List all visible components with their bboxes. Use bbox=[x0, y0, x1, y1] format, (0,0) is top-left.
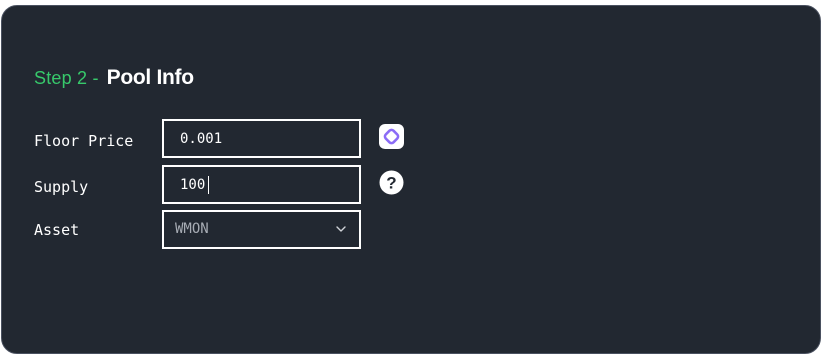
pool-info-card: Step 2 - Pool Info Floor Price Supply ? … bbox=[1, 5, 821, 354]
asset-select[interactable]: WMON bbox=[162, 210, 361, 249]
supply-input[interactable] bbox=[164, 167, 359, 202]
help-icon[interactable]: ? bbox=[379, 170, 404, 195]
floor-price-field[interactable] bbox=[162, 119, 361, 158]
token-logo-icon[interactable] bbox=[379, 124, 404, 149]
chevron-down-icon[interactable] bbox=[335, 223, 347, 235]
supply-label: Supply bbox=[34, 178, 89, 196]
floor-price-label: Floor Price bbox=[34, 132, 134, 150]
asset-selected-value: WMON bbox=[175, 221, 209, 237]
step-indicator: Step 2 - bbox=[34, 68, 99, 88]
supply-field[interactable] bbox=[162, 165, 361, 204]
section-heading: Step 2 - Pool Info bbox=[34, 66, 194, 90]
text-cursor bbox=[208, 176, 209, 194]
floor-price-input[interactable] bbox=[164, 121, 359, 156]
asset-label: Asset bbox=[34, 221, 80, 239]
svg-text:?: ? bbox=[386, 174, 396, 193]
section-title: Pool Info bbox=[106, 66, 194, 89]
